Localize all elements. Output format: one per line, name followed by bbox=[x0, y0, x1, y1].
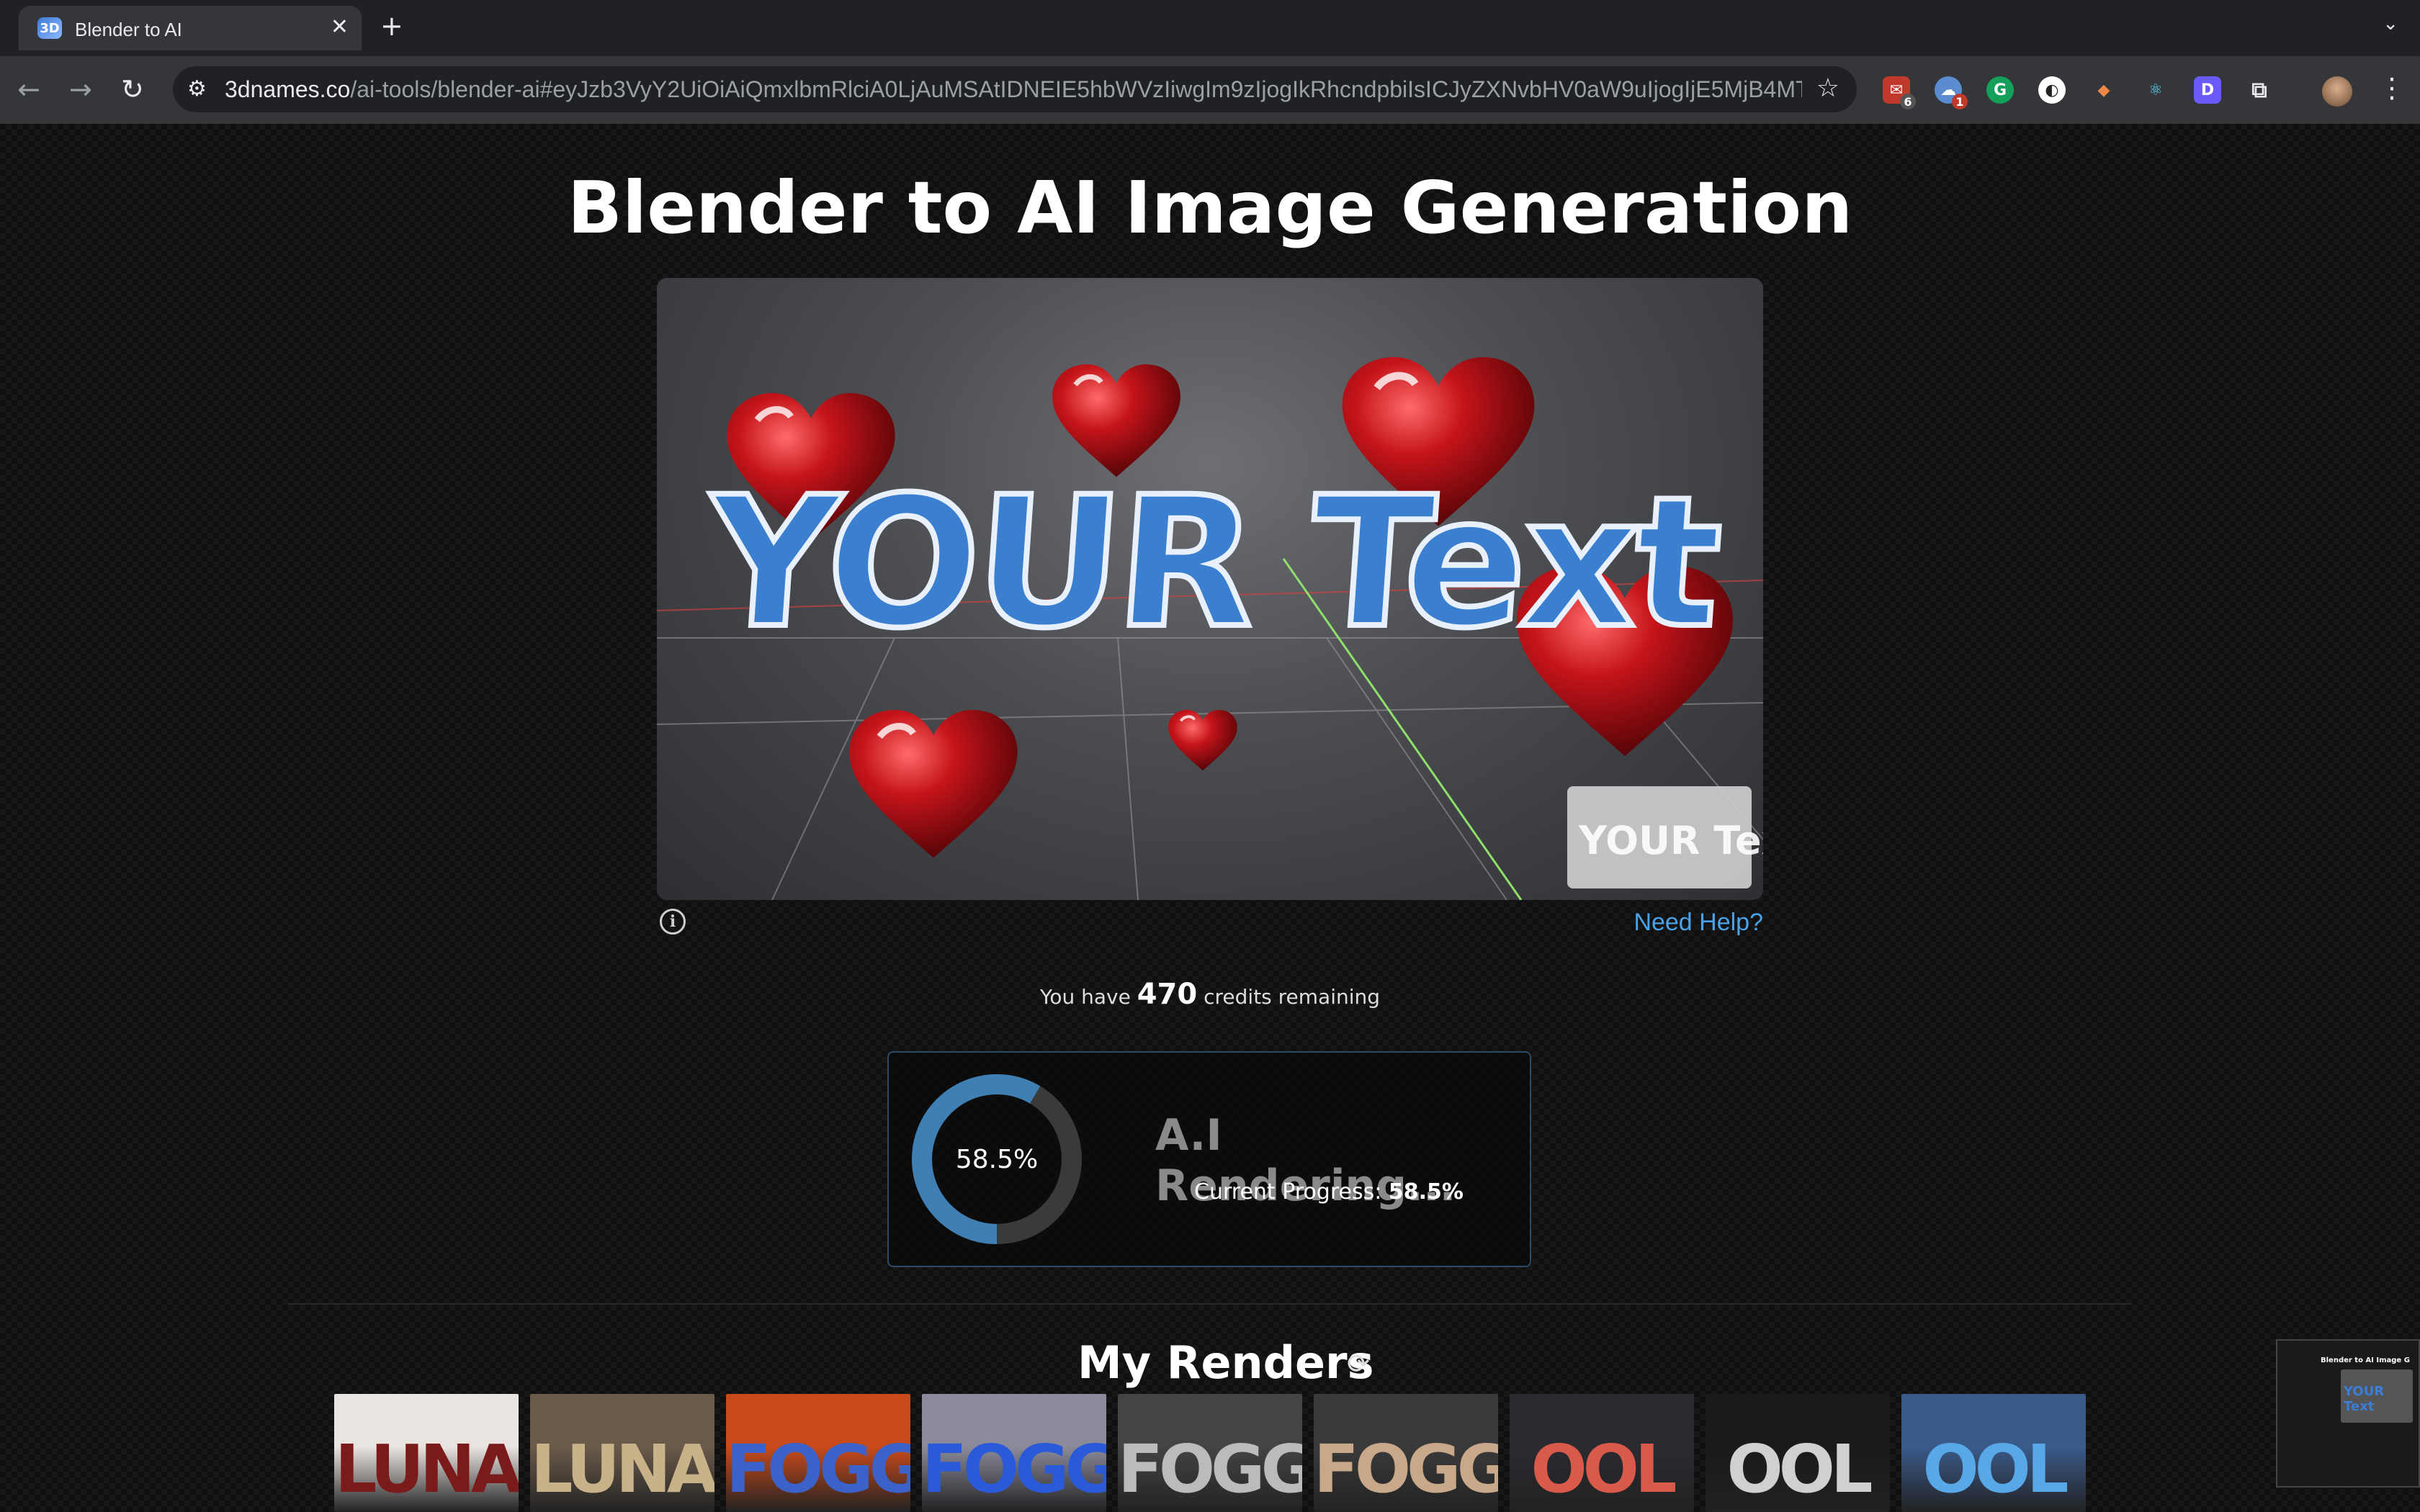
url-text[interactable]: 3dnames.co/ai-tools/blender-ai#eyJzb3VyY… bbox=[225, 76, 1802, 103]
picture-in-picture-preview[interactable]: Blender to AI Image G YOUR Text bbox=[2276, 1339, 2420, 1488]
site-settings-icon[interactable]: ⚙ bbox=[187, 76, 207, 102]
extensions-puzzle-icon[interactable]: ⧉ bbox=[2246, 76, 2273, 104]
render-thumbnail-text: LUNA bbox=[334, 1431, 519, 1508]
render-thumbnail[interactable]: FOGG bbox=[726, 1394, 910, 1512]
menu-kebab-icon[interactable]: ⋮ bbox=[2378, 72, 2406, 104]
preview-3d-text: YOUR Text bbox=[697, 455, 1726, 670]
chevron-down-icon[interactable]: ⌄ bbox=[2383, 13, 2398, 35]
credits-remaining: You have 470 credits remaining bbox=[1039, 978, 1381, 1011]
renders-gallery: LUNA LUNA FOGG FOGG FOGG FOGG OOL OOL OOL bbox=[334, 1394, 2097, 1512]
refresh-icon[interactable]: ⟳ bbox=[1347, 1348, 1370, 1380]
render-thumbnail[interactable]: OOL bbox=[1510, 1394, 1694, 1512]
mini-window-title: Blender to AI Image G bbox=[2321, 1356, 2410, 1364]
divider bbox=[288, 1303, 2132, 1305]
page-content: Blender to AI Image Generation YOUR Te Y… bbox=[0, 124, 2420, 1512]
extension-grammarly-icon[interactable]: G bbox=[1986, 76, 2014, 104]
extension-color-icon[interactable]: ◆ bbox=[2090, 76, 2118, 104]
rendering-progress-card: 58.5% A.I Rendering... Current Progress:… bbox=[887, 1051, 1531, 1267]
avatar[interactable] bbox=[2322, 76, 2352, 107]
tab-title: Blender to AI bbox=[75, 19, 182, 40]
page-title: Blender to AI Image Generation bbox=[567, 166, 1853, 250]
extension-d-icon[interactable]: D bbox=[2194, 76, 2221, 104]
render-thumbnail[interactable]: LUNA bbox=[334, 1394, 519, 1512]
extension-cloud-icon[interactable]: ☁ 1 bbox=[1935, 76, 1968, 109]
current-progress: Current Progress: 58.5% bbox=[1194, 1179, 1464, 1205]
render-thumbnail[interactable]: FOGG bbox=[922, 1394, 1106, 1512]
bookmark-star-icon[interactable]: ☆ bbox=[1816, 73, 1839, 103]
render-thumbnail[interactable]: FOGG bbox=[1118, 1394, 1302, 1512]
back-button[interactable]: ← bbox=[17, 73, 40, 105]
mini-window-image: YOUR Text bbox=[2341, 1369, 2413, 1423]
address-bar[interactable]: ⚙ 3dnames.co/ai-tools/blender-ai#eyJzb3V… bbox=[173, 66, 1857, 112]
reload-button[interactable]: ↻ bbox=[121, 73, 144, 105]
render-thumbnail-text: FOGG bbox=[1118, 1431, 1302, 1508]
render-thumbnail-text: FOGG bbox=[1314, 1431, 1498, 1508]
browser-tab[interactable]: 3D Blender to AI ✕ bbox=[19, 6, 362, 50]
render-preview-image: YOUR Text YOUR Text bbox=[657, 278, 1763, 900]
close-icon[interactable]: ✕ bbox=[331, 14, 349, 40]
browser-tab-bar: 3D Blender to AI ✕ + ⌄ bbox=[0, 0, 2420, 56]
extension-react-icon[interactable]: ⚛ bbox=[2142, 76, 2169, 104]
render-thumbnail-text: FOGG bbox=[726, 1431, 910, 1508]
info-icon[interactable]: i bbox=[660, 909, 686, 935]
progress-percent-label: 58.5% bbox=[955, 1144, 1039, 1174]
render-thumbnail-text: OOL bbox=[1922, 1431, 2069, 1508]
render-thumbnail-text: LUNA bbox=[530, 1431, 714, 1508]
render-thumbnail-text: OOL bbox=[1531, 1431, 1677, 1508]
render-thumbnail[interactable]: OOL bbox=[1901, 1394, 2086, 1512]
render-thumbnail[interactable]: LUNA bbox=[530, 1394, 714, 1512]
credits-count: 470 bbox=[1137, 978, 1198, 1011]
extension-mail-icon[interactable]: ✉ 6 bbox=[1883, 76, 1916, 109]
render-thumbnail[interactable]: FOGG bbox=[1314, 1394, 1498, 1512]
extension-circle-icon[interactable]: ◐ bbox=[2038, 76, 2066, 104]
render-thumbnail-text: FOGG bbox=[922, 1431, 1106, 1508]
favicon-icon: 3D bbox=[37, 17, 62, 39]
current-progress-value: 58.5% bbox=[1388, 1179, 1464, 1205]
my-renders-heading: My Renders bbox=[1077, 1336, 1374, 1389]
render-thumbnail-text: OOL bbox=[1726, 1431, 1873, 1508]
new-tab-button[interactable]: + bbox=[380, 10, 403, 42]
forward-button[interactable]: → bbox=[69, 73, 92, 105]
render-thumbnail[interactable]: OOL bbox=[1706, 1394, 1890, 1512]
svg-text:YOUR Text: YOUR Text bbox=[1578, 818, 1763, 863]
need-help-link[interactable]: Need Help? bbox=[1585, 909, 1763, 937]
